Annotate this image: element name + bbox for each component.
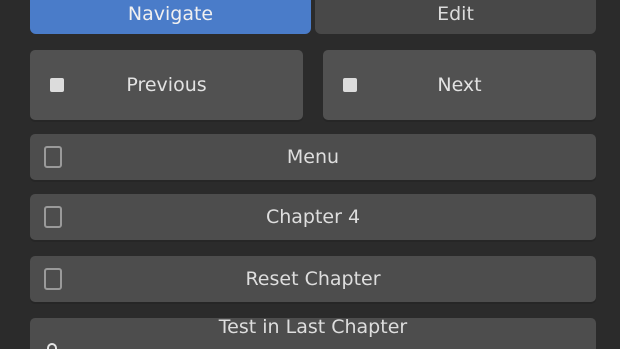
test-last-chapter-label: Test in Last Chapter [218,316,408,338]
reset-chapter-label: Reset Chapter [245,268,381,290]
prev-next-row: Previous Next [30,50,596,120]
mode-tabs: Navigate Edit [30,0,596,34]
next-button[interactable]: Next [323,50,596,120]
document-icon [44,268,62,290]
document-icon [44,146,62,168]
chapter-label: Chapter 4 [265,206,361,228]
navigation-panel: Navigate Edit Previous Next Menu Chapter… [0,0,620,349]
tab-navigate[interactable]: Navigate [30,0,311,34]
reset-chapter-button[interactable]: Reset Chapter [30,256,596,302]
chapter-button[interactable]: Chapter 4 [30,194,596,240]
previous-button[interactable]: Previous [30,50,303,120]
stop-icon [50,78,64,92]
next-label: Next [437,74,482,96]
menu-button[interactable]: Menu [30,134,596,180]
previous-label: Previous [126,74,207,96]
menu-label: Menu [286,146,340,168]
tab-edit[interactable]: Edit [315,0,596,34]
test-last-chapter-button[interactable]: Test in Last Chapter [30,316,596,349]
document-icon [44,206,62,228]
stop-icon [343,78,357,92]
